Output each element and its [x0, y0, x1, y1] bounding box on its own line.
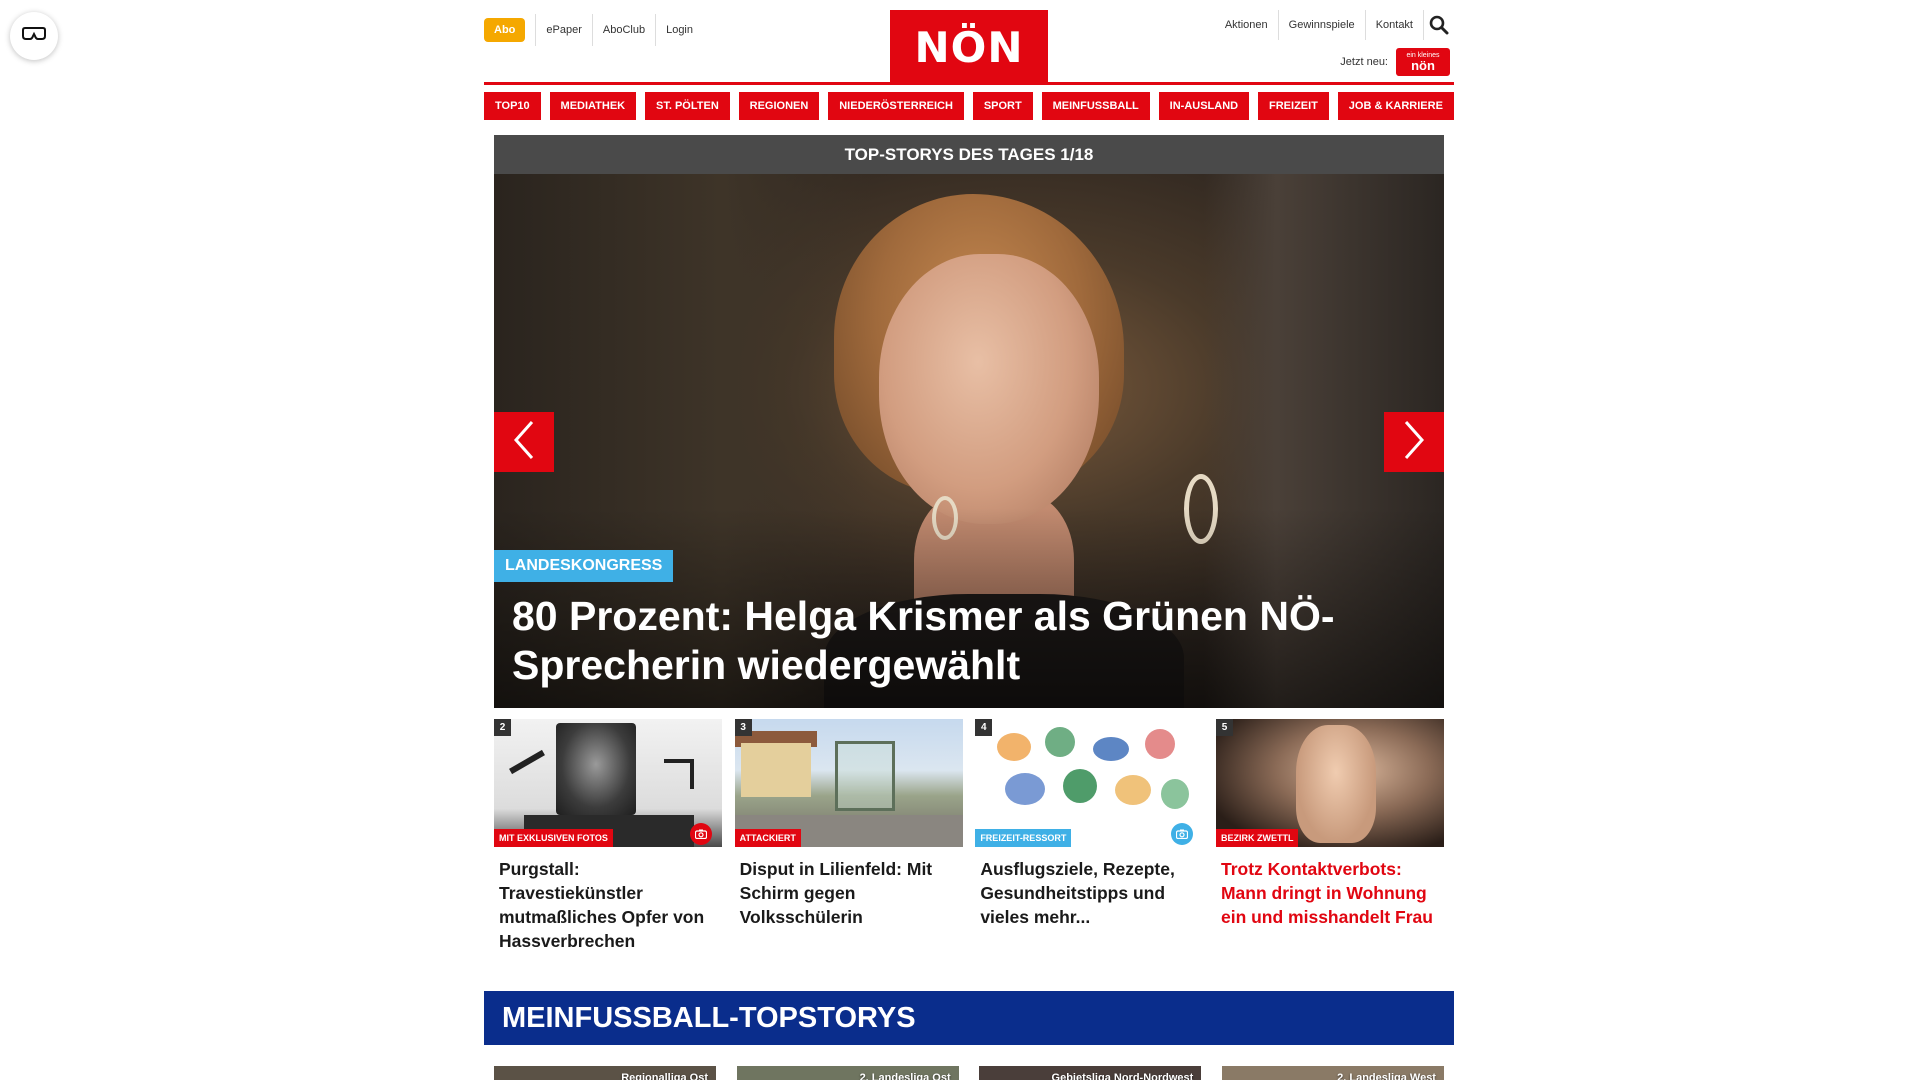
nav-item-sport[interactable]: SPORT	[972, 92, 1033, 120]
kleine-noen-logo-bottom: nön	[1411, 58, 1435, 73]
story-title[interactable]: Ausflugsziele, Rezepte, Gesundheitstipps…	[975, 847, 1203, 929]
nav-item-st-poelten[interactable]: ST. PÖLTEN	[645, 92, 730, 120]
vr-glasses-button[interactable]	[10, 12, 58, 60]
story-image: 4 FREIZEIT-RESSORT	[975, 719, 1204, 847]
nav-item-freizeit[interactable]: FREIZEIT	[1258, 92, 1329, 120]
football-league-label: 2. Landesliga West	[1337, 1072, 1436, 1080]
nav-item-niederoesterreich[interactable]: NIEDERÖSTERREICH	[828, 92, 964, 120]
kleine-noen-logo[interactable]: ein kleines nön	[1396, 48, 1450, 76]
football-card[interactable]: 2. Landesliga West	[1221, 1066, 1444, 1080]
story-tag: BEZIRK ZWETTL	[1215, 829, 1299, 847]
nav-item-in-ausland[interactable]: IN-AUSLAND	[1158, 92, 1250, 120]
nav-item-top10[interactable]: TOP10	[484, 92, 541, 120]
noen-logo[interactable]: NÖN	[890, 10, 1048, 84]
story-image: 5 BEZIRK ZWETTL	[1215, 719, 1444, 847]
football-cards: Regionalliga Ost 2. Landesliga Ost Gebie…	[494, 1066, 1444, 1080]
aboclub-link[interactable]: AboClub	[591, 14, 655, 46]
header-left-links: Abo ePaper AboClub Login	[484, 14, 703, 46]
story-rank: 4	[975, 719, 993, 736]
story-card[interactable]: 2 MIT EXKLUSIVEN FOTOS Purgstall: Traves…	[494, 719, 722, 953]
story-cards: 2 MIT EXKLUSIVEN FOTOS Purgstall: Traves…	[494, 719, 1444, 953]
story-card[interactable]: 4 FREIZEIT-RESSORT Ausflugsziele, Rezept…	[975, 719, 1204, 953]
slider-prev-button[interactable]	[494, 412, 554, 472]
meinfussball-section-title[interactable]: MEINFUSSBALL-TOPSTORYS	[484, 991, 1454, 1045]
story-rank: 5	[1215, 719, 1233, 736]
story-image: 3 ATTACKIERT	[734, 719, 963, 847]
login-link[interactable]: Login	[655, 14, 703, 46]
hero-story[interactable]: LANDESKONGRESS 80 Prozent: Helga Krismer…	[494, 174, 1444, 708]
vr-glasses-icon	[21, 26, 47, 46]
hero-headline[interactable]: 80 Prozent: Helga Krismer als Grünen NÖ-…	[512, 592, 1412, 690]
nav-item-meinfussball[interactable]: MEINFUSSBALL	[1041, 92, 1150, 120]
nav-item-job-karriere[interactable]: JOB & KARRIERE	[1337, 92, 1454, 120]
story-title[interactable]: Disput in Lilienfeld: Mit Schirm gegen V…	[735, 847, 963, 929]
story-title[interactable]: Trotz Kontaktverbots: Mann dringt in Woh…	[1216, 847, 1444, 929]
story-rank: 2	[494, 719, 511, 736]
football-league-label: 2. Landesliga Ost	[859, 1072, 951, 1080]
story-image: 2 MIT EXKLUSIVEN FOTOS	[494, 719, 722, 847]
kontakt-link[interactable]: Kontakt	[1366, 10, 1424, 40]
search-icon[interactable]	[1424, 10, 1454, 40]
football-card[interactable]: Regionalliga Ost	[494, 1066, 716, 1080]
top-stories-slider: TOP-STORYS DES TAGES 1/18 LANDESKONGRESS…	[494, 135, 1444, 708]
chevron-right-icon	[1402, 420, 1426, 465]
story-card[interactable]: 5 BEZIRK ZWETTL Trotz Kontaktverbots: Ma…	[1215, 719, 1444, 953]
story-title[interactable]: Purgstall: Travestiekünstler mutmaßliche…	[494, 847, 722, 953]
football-card[interactable]: Gebietsliga Nord-Nordwest	[979, 1066, 1202, 1080]
story-card[interactable]: 3 ATTACKIERT Disput in Lilienfeld: Mit S…	[734, 719, 963, 953]
story-tag: ATTACKIERT	[734, 829, 801, 847]
story-rank: 3	[734, 719, 752, 736]
slider-next-button[interactable]	[1384, 412, 1444, 472]
abo-button[interactable]: Abo	[484, 18, 526, 42]
camera-icon	[690, 823, 712, 845]
gewinnspiele-link[interactable]: Gewinnspiele	[1279, 10, 1366, 40]
football-league-label: Gebietsliga Nord-Nordwest	[1051, 1072, 1194, 1080]
hero-category-tag[interactable]: LANDESKONGRESS	[494, 550, 674, 582]
aktionen-link[interactable]: Aktionen	[1215, 10, 1279, 40]
nav-item-mediathek[interactable]: MEDIATHEK	[549, 92, 637, 120]
slider-header: TOP-STORYS DES TAGES 1/18	[494, 135, 1444, 174]
football-card[interactable]: 2. Landesliga Ost	[736, 1066, 959, 1080]
main-nav: TOP10 MEDIATHEK ST. PÖLTEN REGIONEN NIED…	[484, 92, 1454, 120]
chevron-left-icon	[512, 420, 536, 465]
story-tag: MIT EXKLUSIVEN FOTOS	[494, 829, 613, 847]
site-header: Abo ePaper AboClub Login NÖN Aktionen Ge…	[484, 0, 1454, 86]
nav-item-regionen[interactable]: REGIONEN	[738, 92, 820, 120]
football-league-label: Regionalliga Ost	[621, 1072, 708, 1080]
epaper-link[interactable]: ePaper	[535, 14, 591, 46]
jetzt-neu-label: Jetzt neu:	[1340, 56, 1388, 68]
story-tag: FREIZEIT-RESSORT	[975, 829, 1072, 847]
page-container: Abo ePaper AboClub Login NÖN Aktionen Ge…	[484, 0, 1454, 1080]
header-right-links: Aktionen Gewinnspiele Kontakt	[1215, 10, 1454, 40]
header-divider	[484, 82, 1454, 85]
jetzt-neu: Jetzt neu: ein kleines nön	[1340, 48, 1450, 76]
camera-icon	[1171, 823, 1194, 845]
